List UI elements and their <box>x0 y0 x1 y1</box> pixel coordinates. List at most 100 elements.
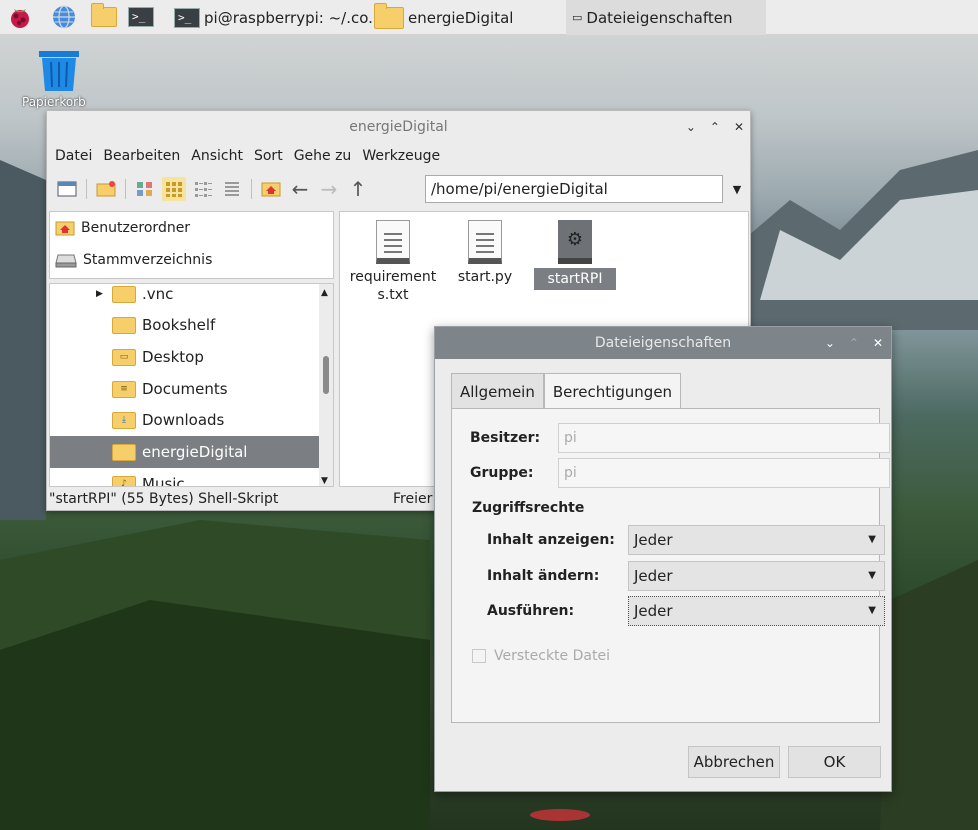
tree-item-label: Music <box>142 475 185 487</box>
tree-item-documents[interactable]: ≡ Documents <box>50 373 320 405</box>
file-item[interactable]: requirement s.txt <box>348 220 438 304</box>
downloads-folder-icon: ⤓ <box>112 411 136 429</box>
raspberry-menu-icon[interactable] <box>6 3 34 31</box>
new-folder-icon[interactable] <box>94 177 118 201</box>
new-window-icon[interactable] <box>55 177 79 201</box>
address-dropdown-icon[interactable]: ▼ <box>727 175 747 203</box>
taskbar: >_ >_ pi@raspberrypi: ~/.co... energieDi… <box>0 0 978 35</box>
thumbnail-view-icon[interactable] <box>133 177 157 201</box>
taskbar-item-energiedigital[interactable]: energieDigital <box>368 0 519 35</box>
forward-arrow-icon[interactable]: → <box>317 177 341 201</box>
divider <box>86 179 87 199</box>
file-name: start.py <box>457 269 513 285</box>
tree-item-label: .vnc <box>142 285 174 303</box>
checkbox-box[interactable] <box>472 649 486 663</box>
browser-icon[interactable] <box>50 3 78 31</box>
trash-icon[interactable] <box>36 48 82 92</box>
folder-icon <box>112 285 136 303</box>
menu-bearbeiten[interactable]: Bearbeiten <box>103 148 180 164</box>
place-stammverzeichnis[interactable]: Stammverzeichnis <box>50 244 333 276</box>
expander-icon[interactable]: ▶ <box>96 289 103 299</box>
scroll-down-icon[interactable]: ▼ <box>321 476 328 486</box>
folder-icon <box>112 443 136 461</box>
file-manager-launcher-icon[interactable] <box>90 3 118 31</box>
directory-tree: ▶ .vnc Bookshelf ▭ Desktop ≡ Documents ⤓… <box>49 283 334 487</box>
close-icon[interactable]: ✕ <box>873 327 883 359</box>
taskbar-item-terminal[interactable]: >_ pi@raspberrypi: ~/.co... <box>168 0 388 35</box>
tree-item-desktop[interactable]: ▭ Desktop <box>50 341 320 373</box>
close-icon[interactable]: ✕ <box>734 111 744 143</box>
window-icon: ▭ <box>572 11 583 24</box>
compact-view-icon[interactable] <box>191 177 215 201</box>
script-file-icon: ⚙ <box>558 220 592 264</box>
tree-item-label: Desktop <box>142 348 204 366</box>
minimize-icon[interactable]: ⌄ <box>825 327 835 359</box>
file-item-selected[interactable]: ⚙ startRPI <box>530 220 620 290</box>
change-content-select[interactable]: Jeder ▼ <box>628 561 885 591</box>
execute-select[interactable]: Jeder ▼ <box>628 596 885 626</box>
desktop-folder-icon: ▭ <box>112 348 136 366</box>
group-label: Gruppe: <box>470 465 534 481</box>
tree-item-bookshelf[interactable]: Bookshelf <box>50 309 320 341</box>
view-content-label: Inhalt anzeigen: <box>487 532 615 548</box>
window-title: energieDigital <box>349 119 448 135</box>
owner-field: pi <box>558 423 890 453</box>
taskbar-item-dateieigenschaften[interactable]: ▭ Dateieigenschaften <box>566 0 766 35</box>
taskbar-item-label: Dateieigenschaften <box>586 8 733 27</box>
file-item[interactable]: start.py <box>440 220 530 286</box>
tree-item-label: energieDigital <box>142 443 248 461</box>
menu-werkzeuge[interactable]: Werkzeuge <box>362 148 440 164</box>
dialog-title: Dateieigenschaften <box>594 335 732 351</box>
menu-datei[interactable]: Datei <box>55 148 92 164</box>
ok-button[interactable]: OK <box>788 746 881 778</box>
execute-label: Ausführen: <box>487 603 575 619</box>
tab-berechtigungen[interactable]: Berechtigungen <box>543 373 682 409</box>
back-arrow-icon[interactable]: ← <box>288 177 312 201</box>
view-content-select[interactable]: Jeder ▼ <box>628 525 885 555</box>
access-rights-heading: Zugriffsrechte <box>472 500 585 516</box>
divider <box>251 179 252 199</box>
file-properties-dialog: Dateieigenschaften ⌄ ⌃ ✕ Allgemein Berec… <box>434 326 892 792</box>
places-pane: Benutzerordner Stammverzeichnis <box>49 211 334 279</box>
maximize-icon[interactable]: ⌃ <box>849 327 859 359</box>
dialog-titlebar[interactable]: Dateieigenschaften ⌄ ⌃ ✕ <box>435 327 891 359</box>
chevron-down-icon: ▼ <box>868 534 876 545</box>
place-benutzerordner[interactable]: Benutzerordner <box>50 212 333 244</box>
icon-view-icon[interactable] <box>162 177 186 201</box>
folder-icon <box>112 316 136 334</box>
terminal-launcher-icon[interactable]: >_ <box>127 3 155 31</box>
tree-item-label: Documents <box>142 380 228 398</box>
window-titlebar[interactable]: energieDigital ⌄ ⌃ ✕ <box>47 111 750 143</box>
menu-sort[interactable]: Sort <box>254 148 283 164</box>
change-content-label: Inhalt ändern: <box>487 568 600 584</box>
minimize-icon[interactable]: ⌄ <box>686 111 696 143</box>
address-bar[interactable]: /home/pi/energieDigital <box>425 175 723 203</box>
menu-gehe-zu[interactable]: Gehe zu <box>294 148 352 164</box>
text-file-icon <box>468 220 502 264</box>
scrollbar-thumb[interactable] <box>323 356 329 394</box>
tree-item-energiedigital[interactable]: energieDigital <box>50 436 320 468</box>
taskbar-item-label: pi@raspberrypi: ~/.co... <box>204 8 383 27</box>
select-value: Jeder <box>634 567 673 585</box>
cancel-button[interactable]: Abbrechen <box>688 746 780 778</box>
text-file-icon <box>376 220 410 264</box>
tab-allgemein[interactable]: Allgemein <box>451 373 544 409</box>
hidden-file-checkbox[interactable]: Versteckte Datei <box>472 648 610 664</box>
home-folder-icon <box>55 221 75 236</box>
tree-item-music[interactable]: ♪ Music <box>50 468 320 487</box>
divider <box>125 179 126 199</box>
trash-label: Papierkorb <box>22 95 86 109</box>
tree-scrollbar[interactable]: ▲ ▼ <box>319 284 333 486</box>
menu-ansicht[interactable]: Ansicht <box>191 148 243 164</box>
select-value: Jeder <box>634 602 673 620</box>
tree-item-downloads[interactable]: ⤓ Downloads <box>50 404 320 436</box>
permissions-panel: Besitzer: pi Gruppe: pi Zugriffsrechte I… <box>451 408 890 723</box>
list-view-icon[interactable] <box>220 177 244 201</box>
tree-item-vnc[interactable]: ▶ .vnc <box>50 284 320 310</box>
home-icon[interactable] <box>259 177 283 201</box>
maximize-icon[interactable]: ⌃ <box>710 111 720 143</box>
tab-bar: Allgemein Berechtigungen <box>451 373 682 409</box>
hidden-file-label: Versteckte Datei <box>494 648 610 664</box>
scroll-up-icon[interactable]: ▲ <box>321 288 328 298</box>
up-arrow-icon[interactable]: ↑ <box>346 177 370 201</box>
